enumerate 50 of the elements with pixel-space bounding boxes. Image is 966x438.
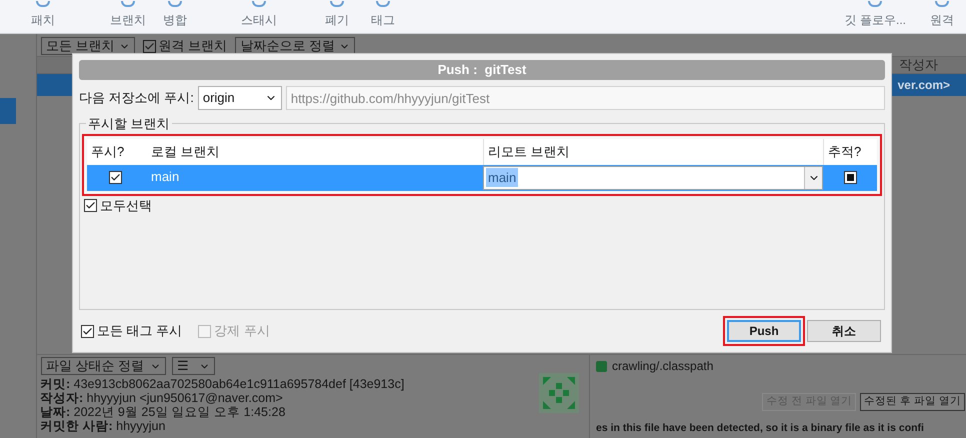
checkbox[interactable] [108, 171, 122, 184]
open-file-button[interactable]: 수정된 후 파일 열기 [860, 393, 965, 411]
file-name: crawling/.classpath [612, 358, 714, 375]
checkbox-label: 원격 브랜치 [158, 37, 228, 56]
file-sort-dropdown[interactable]: 파일 상태순 정렬 [41, 357, 166, 375]
toolbar-button[interactable]: 원격 [930, 1, 954, 29]
toolbar-button[interactable]: 패치 [28, 1, 58, 29]
table-cell-text: main [150, 168, 180, 186]
remote-select[interactable]: origin [198, 86, 282, 110]
checkbox-label: 강제 푸시 [214, 322, 270, 340]
commit-detail: 커밋: 43e913cb8062aa702580ab64e1c911a695784def [43e913c] [40, 377, 404, 391]
toolbar-button[interactable]: 깃 플로우... [844, 1, 906, 29]
tracking-checkbox[interactable] [844, 171, 856, 184]
group-label: 푸시할 브랜치 [87, 115, 171, 133]
branch-row[interactable]: main main [87, 164, 877, 190]
toolbar-icon [330, 1, 344, 7]
toolbar-icon [252, 1, 266, 7]
table-cell-text: ver.com> [898, 77, 950, 94]
diff-message: es in this file have been detected, so it is a binary file as it is confi [596, 421, 925, 436]
checkbox-label: 모든 태그 푸시 [97, 322, 182, 340]
checkbox[interactable] [84, 198, 97, 212]
toolbar-icon [935, 1, 949, 7]
toolbar-icon [121, 1, 135, 7]
checkbox-label: 모두선택 [100, 196, 152, 214]
url-field[interactable]: https://github.com/hhyyyjun/gitTest [286, 86, 885, 110]
dialog-title: Push : gitTest [79, 60, 885, 80]
column-header: 로컬 브랜치 [150, 142, 221, 161]
toolbar-button[interactable]: 병합 [158, 1, 192, 29]
checkbox[interactable] [81, 324, 94, 338]
view-menu-dropdown[interactable]: ☰ [172, 357, 216, 375]
checkbox[interactable] [142, 40, 156, 52]
toolbar-icon [376, 1, 390, 7]
toolbar-button[interactable]: 폐기 [320, 1, 354, 29]
file-status-icon [596, 360, 607, 372]
cancel-button[interactable]: 취소 [807, 320, 881, 342]
toolbar-icon [168, 1, 182, 7]
toolbar-button[interactable]: 태그 [366, 1, 400, 29]
push-button[interactable]: Push [727, 320, 801, 342]
toolbar-icon [36, 1, 50, 7]
column-header: 작성자 [899, 56, 938, 74]
toolbar-icon [868, 1, 882, 7]
toolbar-button[interactable]: 브랜치 [106, 1, 150, 29]
commit-detail: 커밋한 사람: hhyyyjun [40, 419, 166, 433]
identicon [539, 373, 579, 413]
remote-branch-select[interactable]: main [483, 166, 823, 190]
toolbar-button[interactable]: 스태시 [238, 1, 280, 29]
commit-detail: 작성자: hhyyyjun <jun950617@naver.com> [40, 391, 284, 405]
field-label: 다음 저장소에 푸시: [79, 89, 194, 108]
commit-detail: 날짜: 2022년 9월 25일 일요일 오후 1:45:28 [40, 405, 286, 419]
column-header: 푸시? [90, 142, 126, 161]
